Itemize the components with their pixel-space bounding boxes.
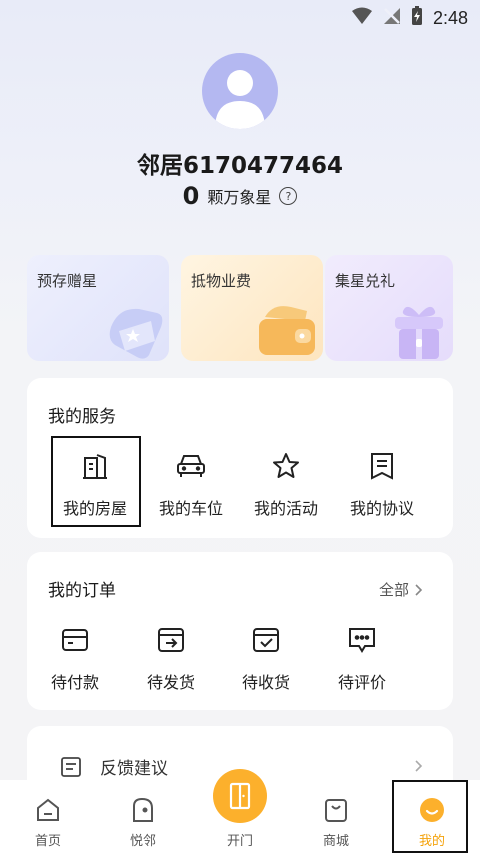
help-icon[interactable]: ? [279, 187, 298, 205]
order-label: 待评价 [338, 673, 387, 692]
shop-icon [325, 799, 347, 822]
avatar-person-icon [215, 70, 265, 129]
stars-label: 颗万象星 [207, 188, 272, 207]
stars-count: 0 [182, 182, 200, 210]
service-label: 我的协议 [349, 499, 414, 518]
tab-label: 商城 [322, 834, 349, 849]
tab-shop[interactable]: 商城 [306, 796, 366, 849]
star-icon [273, 453, 299, 478]
wallet-star-icon [109, 308, 163, 359]
service-my-agreement[interactable]: 我的协议 [338, 450, 426, 519]
order-label: 待付款 [51, 673, 100, 692]
card-label: 集星兑礼 [335, 272, 396, 290]
stars-summary: 0 颗万象星 ? [0, 182, 480, 210]
car-icon [177, 455, 205, 477]
neighbor-icon [133, 797, 153, 822]
card-redeem-gifts[interactable]: 集星兑礼 [325, 255, 453, 361]
tab-label: 开门 [226, 834, 253, 849]
document-icon [371, 453, 393, 480]
order-label: 待收货 [242, 673, 291, 692]
tab-label: 悦邻 [129, 834, 156, 849]
order-pending-review[interactable]: 待评价 [338, 624, 386, 693]
avatar[interactable] [202, 53, 278, 129]
card-property-fee[interactable]: 抵物业费 [181, 255, 323, 361]
door-icon [229, 782, 251, 810]
card-prepay-stars[interactable]: 预存赠星 [27, 255, 169, 361]
service-my-activity[interactable]: 我的活动 [242, 450, 330, 519]
comment-icon [349, 628, 375, 653]
wallet-icon [259, 306, 315, 355]
home-icon [37, 798, 59, 821]
tab-label: 首页 [34, 834, 61, 849]
ship-icon [158, 628, 184, 652]
orders-all-link[interactable]: 全部 [379, 579, 423, 600]
order-pending-payment[interactable]: 待付款 [51, 624, 99, 693]
service-label: 我的车位 [158, 499, 223, 518]
status-time: 2:48 [432, 7, 468, 28]
status-bar: 2:48 [0, 0, 480, 34]
orders-title: 我的订单 [48, 581, 116, 601]
battery-icon [411, 6, 423, 30]
card-icon [62, 629, 88, 651]
feedback-icon [61, 756, 81, 777]
orders-panel: 我的订单 全部 待付款 待发货 待收货 待评价 [27, 552, 453, 710]
service-label: 我的活动 [253, 499, 318, 518]
selection-highlight-house [51, 436, 141, 527]
orders-all-label: 全部 [378, 581, 409, 599]
chevron-right-icon [415, 760, 423, 772]
order-pending-receipt[interactable]: 待收货 [242, 624, 290, 693]
tab-home[interactable]: 首页 [18, 796, 78, 849]
order-pending-shipment[interactable]: 待发货 [147, 624, 195, 693]
receive-icon [253, 628, 279, 652]
username: 邻居6170477464 [136, 153, 344, 179]
feedback-label: 反馈建议 [100, 759, 168, 779]
tab-neighbor[interactable]: 悦邻 [113, 796, 173, 849]
card-label: 抵物业费 [191, 272, 252, 290]
tab-open-door-label[interactable]: 开门 [210, 826, 270, 849]
chevron-right-icon [415, 583, 423, 596]
card-label: 预存赠星 [37, 272, 98, 290]
open-door-button[interactable] [213, 769, 267, 823]
gift-icon [395, 306, 443, 359]
order-label: 待发货 [147, 673, 196, 692]
signal-off-icon [383, 7, 401, 29]
selection-highlight-profile-tab [392, 780, 468, 853]
services-title: 我的服务 [48, 407, 116, 427]
wifi-icon [351, 7, 373, 29]
service-my-parking[interactable]: 我的车位 [147, 450, 235, 519]
